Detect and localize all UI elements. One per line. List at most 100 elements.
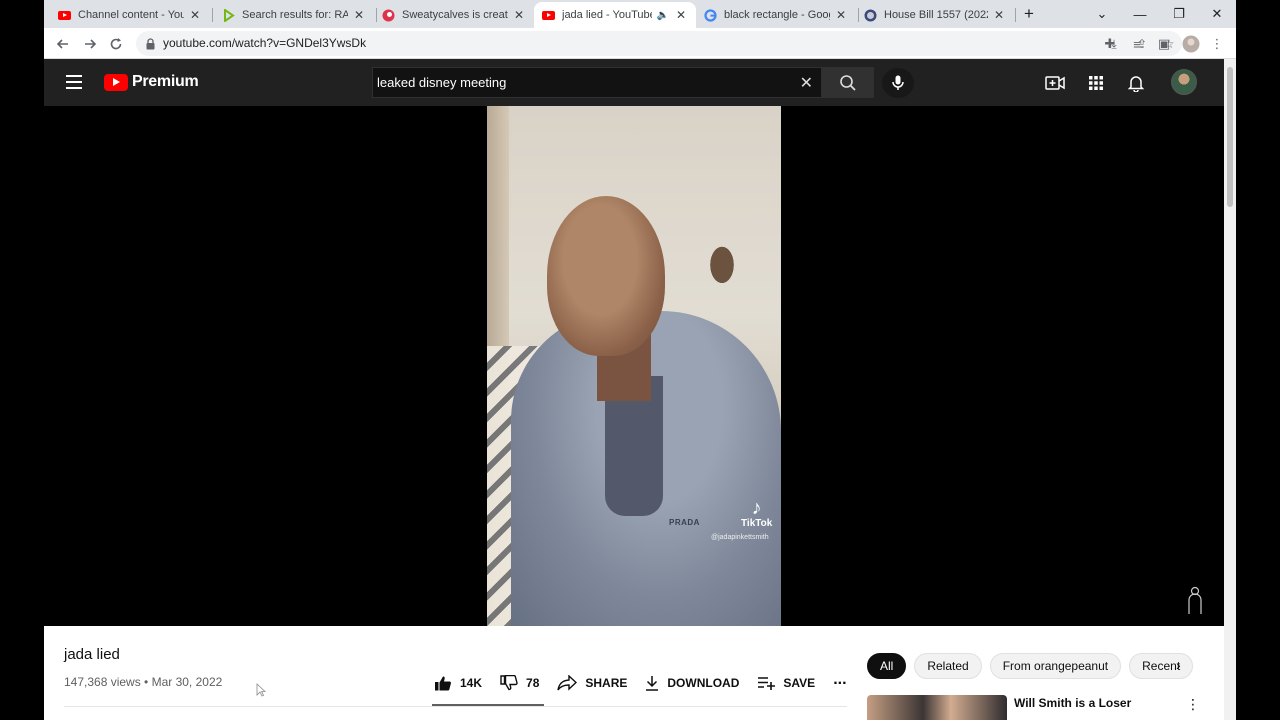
tiktok-handle: @jadapinkettsmith xyxy=(711,534,769,541)
video-frame[interactable]: PRADA ♪ TikTok @jadapinkettsmith xyxy=(487,106,781,626)
url-text[interactable]: youtube.com/watch?v=GNDel3YwsDk xyxy=(163,36,366,50)
tab-strip: Channel content - YouTube ✕ Search resul… xyxy=(44,0,1236,28)
share-label: SHARE xyxy=(585,676,628,690)
forward-button[interactable] xyxy=(79,33,101,55)
apps-grid-icon[interactable] xyxy=(1086,73,1106,93)
reload-button[interactable] xyxy=(105,33,127,55)
share-arrow-icon xyxy=(557,675,578,691)
voice-search-button[interactable] xyxy=(882,68,914,98)
recommended-title[interactable]: Will Smith is a Loser xyxy=(1014,696,1131,710)
back-button[interactable] xyxy=(52,33,74,55)
coat-logo-text: PRADA xyxy=(669,518,700,527)
tab-jada-lied[interactable]: jada lied - YouTube 🔈 ✕ xyxy=(534,2,696,28)
download-button[interactable]: DOWNLOAD xyxy=(645,675,739,691)
more-vert-icon[interactable]: ⋮ xyxy=(1186,696,1200,713)
tab-google-search[interactable]: black rectangle - Google ✕ xyxy=(696,2,856,28)
tab-title: Search results for: RANT xyxy=(242,9,348,21)
youtube-play-icon xyxy=(104,73,128,91)
tiktok-watermark: ♪ TikTok xyxy=(741,498,772,529)
search-icon xyxy=(840,74,856,91)
person-head xyxy=(547,196,665,356)
logo-text: Premium xyxy=(132,73,199,90)
menu-icon[interactable] xyxy=(66,75,82,89)
chip-all[interactable]: All xyxy=(867,653,907,679)
dislike-count: 78 xyxy=(526,676,540,690)
speaker-icon[interactable]: 🔈 xyxy=(656,10,670,21)
lock-icon[interactable] xyxy=(146,37,155,50)
profile-avatar[interactable] xyxy=(1182,35,1200,53)
close-tab-icon[interactable]: ✕ xyxy=(674,8,688,22)
tab-house-bill[interactable]: House Bill 1557 (2022) ✕ xyxy=(856,2,1014,28)
search-query: leaked disney meeting xyxy=(377,75,507,90)
youtube-icon xyxy=(542,9,555,22)
restore-button[interactable]: ❐ xyxy=(1160,0,1198,28)
close-tab-icon[interactable]: ✕ xyxy=(992,8,1006,22)
close-tab-icon[interactable]: ✕ xyxy=(512,8,526,22)
clear-search-icon[interactable]: ✕ xyxy=(800,73,813,93)
video-title: jada lied xyxy=(64,646,120,663)
tab-patreon[interactable]: Sweatycalves is creating ✕ xyxy=(374,2,534,28)
scrollbar-thumb[interactable] xyxy=(1227,67,1233,207)
thumbs-up-icon xyxy=(435,676,451,691)
video-info-section: jada lied 147,368 views • Mar 30, 2022 1… xyxy=(44,626,1224,720)
rumble-icon xyxy=(222,8,235,22)
youtube-logo[interactable]: Premium xyxy=(104,73,199,91)
tab-title: jada lied - YouTube xyxy=(562,9,652,21)
lamp-background xyxy=(707,246,737,288)
chip-from-channel[interactable]: From orangepeanut xyxy=(989,653,1122,679)
chip-related[interactable]: Related xyxy=(914,653,982,679)
address-bar[interactable]: youtube.com/watch?v=GNDel3YwsDk ⤓ ⇪ ☆ xyxy=(136,31,1182,56)
filter-chips: All Related From orangepeanut Recent xyxy=(867,653,1201,679)
side-panel-icon[interactable]: ▣ xyxy=(1155,35,1173,53)
tiktok-brand: TikTok xyxy=(741,518,773,529)
like-button[interactable]: 14K xyxy=(434,675,482,691)
share-button[interactable]: SHARE xyxy=(557,675,627,691)
tab-title: House Bill 1557 (2022) xyxy=(884,9,988,21)
reading-list-icon[interactable]: ≡ xyxy=(1128,35,1146,53)
close-tab-icon[interactable]: ✕ xyxy=(352,8,366,22)
tab-channel-content[interactable]: Channel content - YouTube ✕ xyxy=(50,2,210,28)
close-tab-icon[interactable]: ✕ xyxy=(834,8,848,22)
minimize-button[interactable]: — xyxy=(1121,0,1159,28)
youtube-icon xyxy=(58,9,71,22)
mouse-cursor-icon xyxy=(256,683,267,697)
notifications-bell-icon[interactable] xyxy=(1126,73,1146,93)
patreon-icon xyxy=(382,9,395,22)
save-button[interactable]: SAVE xyxy=(757,676,815,690)
dislike-button[interactable]: 78 xyxy=(500,675,539,691)
create-video-icon[interactable] xyxy=(1045,73,1065,93)
divider xyxy=(64,706,847,707)
download-label: DOWNLOAD xyxy=(667,676,740,690)
search-button[interactable] xyxy=(822,67,874,98)
thumbs-down-icon xyxy=(500,675,518,691)
playlist-add-icon xyxy=(758,677,776,690)
recommended-thumbnail[interactable] xyxy=(867,695,1007,720)
person-silhouette-icon xyxy=(1186,586,1204,616)
seal-icon xyxy=(864,9,877,22)
microphone-icon xyxy=(892,75,904,90)
search-input[interactable]: leaked disney meeting ✕ xyxy=(372,67,822,98)
video-meta: 147,368 views • Mar 30, 2022 xyxy=(64,675,223,689)
chip-recent[interactable]: Recent xyxy=(1129,653,1194,679)
tab-search-chevron-icon[interactable]: ⌄ xyxy=(1083,0,1121,28)
youtube-header: Premium leaked disney meeting ✕ xyxy=(44,59,1224,106)
google-icon xyxy=(704,8,717,22)
download-icon xyxy=(646,676,659,691)
save-label: SAVE xyxy=(783,676,816,690)
account-avatar[interactable] xyxy=(1171,69,1197,95)
tiktok-note-icon: ♪ xyxy=(751,497,762,519)
more-actions-button[interactable]: ... xyxy=(833,671,846,689)
close-window-button[interactable]: ✕ xyxy=(1198,0,1236,28)
tab-search-results[interactable]: Search results for: RANT ✕ xyxy=(214,2,374,28)
tab-title: Channel content - YouTube xyxy=(78,9,184,21)
browser-window: Channel content - YouTube ✕ Search resul… xyxy=(44,0,1236,720)
chevron-right-icon[interactable]: › xyxy=(1176,657,1181,673)
tab-title: Sweatycalves is creating xyxy=(402,9,508,21)
browser-toolbar: youtube.com/watch?v=GNDel3YwsDk ⤓ ⇪ ☆ ✚ … xyxy=(44,28,1236,59)
video-player[interactable]: PRADA ♪ TikTok @jadapinkettsmith xyxy=(44,106,1224,626)
close-tab-icon[interactable]: ✕ xyxy=(188,8,202,22)
new-tab-button[interactable]: + xyxy=(1010,0,1048,28)
chrome-menu-icon[interactable]: ⋮ xyxy=(1208,35,1226,53)
page-scrollbar[interactable] xyxy=(1224,59,1236,720)
extensions-puzzle-icon[interactable]: ✚ xyxy=(1101,35,1119,53)
